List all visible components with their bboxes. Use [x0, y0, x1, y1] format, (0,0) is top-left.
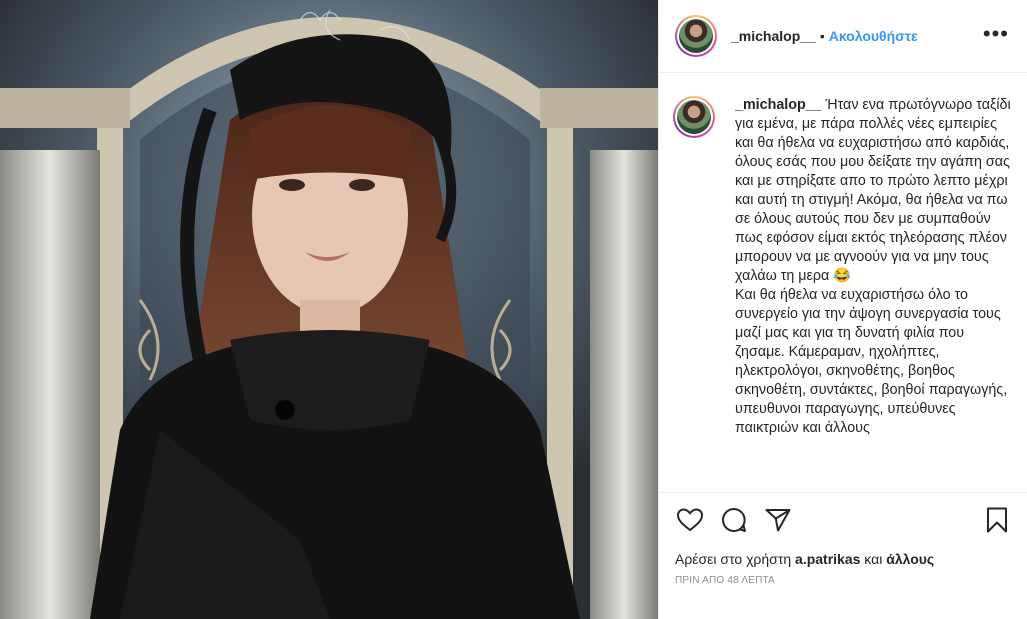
action-icon-row [675, 493, 1012, 547]
heart-icon[interactable] [675, 505, 705, 535]
avatar-ring [677, 17, 715, 55]
header-dot-separator: • [819, 28, 825, 44]
likes-others-link[interactable]: άλλους [886, 551, 934, 567]
caption-username[interactable]: _michalop__ [735, 97, 822, 113]
likes-prefix: Αρέσει στο χρήστη [675, 551, 796, 567]
avatar-ring [675, 98, 713, 136]
post-header: _michalop__ • Ακολουθήστε ••• [659, 0, 1027, 73]
likes-middle: και [860, 551, 887, 567]
caption: _michalop__ Ήταν ενα πρωτόγνωρο ταξίδι γι… [735, 96, 1015, 438]
comment-icon[interactable] [719, 505, 749, 535]
caption-text: Ήταν ενα πρωτόγνωρο ταξίδι για εμένα, με… [735, 97, 1011, 436]
likes-summary: Αρέσει στο χρήστη a.patrikas και άλλους [675, 551, 1012, 567]
avatar-image [677, 100, 711, 134]
post-photo[interactable] [0, 0, 658, 619]
caption-area[interactable]: _michalop__ Ήταν ενα πρωτόγνωρο ταξίδι γι… [659, 74, 1027, 492]
caption-avatar[interactable] [673, 96, 715, 138]
avatar-image [679, 19, 713, 53]
post-actions: Αρέσει στο χρήστη a.patrikas και άλλους … [659, 492, 1027, 619]
post-side-panel: _michalop__ • Ακολουθήστε ••• _michalop_… [658, 0, 1027, 619]
post-timestamp[interactable]: ΠΡΙΝ ΑΠΟ 48 ΛΕΠΤΑ [675, 575, 1012, 586]
more-options-icon[interactable]: ••• [983, 23, 1009, 45]
likes-user-link[interactable]: a.patrikas [795, 551, 860, 567]
bookmark-icon[interactable] [982, 505, 1012, 535]
follow-button[interactable]: Ακολουθήστε [829, 28, 918, 44]
avatar[interactable] [675, 15, 717, 57]
share-icon[interactable] [763, 505, 793, 535]
header-username[interactable]: _michalop__ [731, 28, 816, 44]
post-photo-illustration [0, 0, 658, 619]
